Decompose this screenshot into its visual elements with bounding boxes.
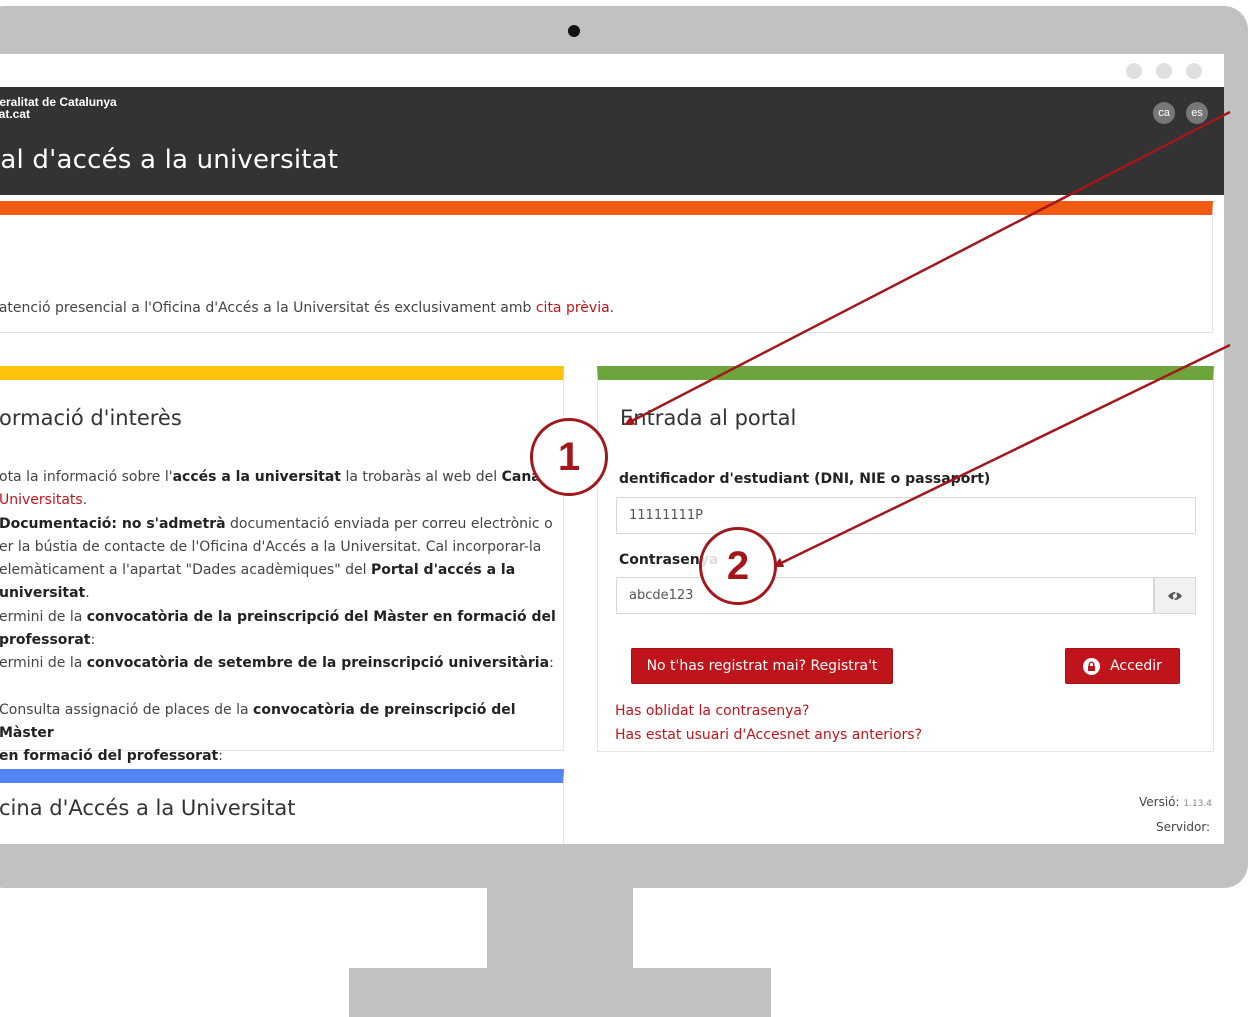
info-text: . [82,492,88,509]
callout-1-badge: 1 [530,418,608,496]
camera-dot [568,25,580,37]
info-bold: en formació del professorat [0,748,219,765]
student-id-input[interactable]: 11111111P [616,497,1196,534]
info-text: : [218,748,223,765]
info-list: ota la informació sobre l'accés a la uni… [0,466,559,769]
browser-screen: neralitat de Catalunya cat.cat tal d'acc… [0,54,1224,844]
cita-previa-link[interactable]: cita prèvia [536,300,610,316]
register-button[interactable]: No t'has registrat mai? Registra't [631,648,893,684]
org-line-2: cat.cat [0,107,31,121]
window-dot-icon[interactable] [1126,63,1142,79]
portal-title: tal d'accés a la universitat [0,145,339,175]
info-text: ota la informació sobre l' [0,469,173,485]
version-label: Versió: [1139,795,1180,809]
previous-user-link[interactable]: Has estat usuari d'Accesnet anys anterio… [615,727,922,743]
info-item: er la bústia de contacte de l'Oficina d'… [0,538,542,555]
callout-2-badge: 2 [699,527,777,605]
info-bold: Documentació: no s'admetrà [0,515,226,532]
window-dot-icon[interactable] [1156,63,1172,79]
info-item: Documentació: no s'admetrà documentació … [0,513,559,536]
server-label: Servidor: [1156,820,1211,834]
window-dot-icon[interactable] [1186,63,1202,79]
info-text: ermini de la [0,608,87,625]
info-item: professorat: [0,629,559,652]
office-panel: cina d'Accés a la Universitat [0,769,564,844]
portal-acces-link[interactable]: universitat [0,585,85,601]
canal-universitats-link[interactable]: Universitats [0,492,83,508]
info-text: elemàticament a l'apartat "Dades acadèmi… [0,562,371,579]
gencat-logo[interactable]: neralitat de Catalunya cat.cat [0,96,117,120]
version-info: Versió: 1.13.4 [1139,795,1212,809]
info-bold: convocatòria de la preinscripció del Màs… [86,608,556,625]
version-value: 1.13.4 [1183,799,1213,809]
info-bold: professorat [0,632,91,649]
portal-acces-link[interactable]: Portal d'accés a la [371,562,515,578]
info-text: la trobaràs al web del [341,469,502,485]
toggle-password-button[interactable] [1154,577,1196,614]
window-controls [1126,63,1202,79]
monitor-base [349,968,771,1017]
site-header: neralitat de Catalunya cat.cat tal d'acc… [0,87,1224,195]
notice-text-end: . [609,300,615,316]
info-title: ormació d'interès [0,406,182,430]
info-item: elemàticament a l'apartat "Dades acadèmi… [0,559,559,582]
monitor-neck [487,888,633,968]
info-text: documentació enviada per correu electròn… [225,515,553,532]
password-input[interactable]: abcde123 [616,577,1154,614]
notice-panel: 'atenció presencial a l'Oficina d'Accés … [0,201,1213,333]
eye-slash-icon [1168,589,1182,602]
info-item: ermini de la convocatòria de setembre de… [0,652,559,675]
student-id-label: dentificador d'estudiant (DNI, NIE o pas… [619,471,991,487]
notice-text-body: 'atenció presencial a l'Oficina d'Accés … [0,300,536,316]
login-title: Entrada al portal [620,406,797,430]
info-text: ermini de la [0,655,87,672]
info-item: Consulta assignació de places de la conv… [0,699,559,746]
lang-es-button[interactable]: es [1186,102,1208,124]
info-item: ota la informació sobre l'accés a la uni… [0,466,559,489]
info-text: . [85,585,90,602]
lock-icon [1083,657,1101,675]
info-panel: ormació d'interès ota la informació sobr… [0,366,564,764]
info-text: : [90,632,96,649]
office-title: cina d'Accés a la Universitat [0,796,296,820]
login-panel: Entrada al portal dentificador d'estudia… [597,366,1214,752]
login-button[interactable]: Accedir [1065,648,1180,684]
info-item: en formació del professorat: [0,745,559,768]
login-button-label: Accedir [1110,658,1162,674]
lang-ca-button[interactable]: ca [1153,102,1175,124]
forgot-password-link[interactable]: Has oblidat la contrasenya? [615,703,809,719]
info-text: Consulta assignació de places de la [0,701,254,718]
info-text: : [549,655,554,672]
info-item: Universitats. [0,489,559,512]
info-bold: accés a la universitat [172,469,342,485]
info-item: ermini de la convocatòria de la preinscr… [0,606,559,629]
notice-text: 'atenció presencial a l'Oficina d'Accés … [0,300,614,316]
info-bold: convocatòria de setembre de la preinscri… [86,655,550,672]
info-item: universitat. [0,582,559,605]
